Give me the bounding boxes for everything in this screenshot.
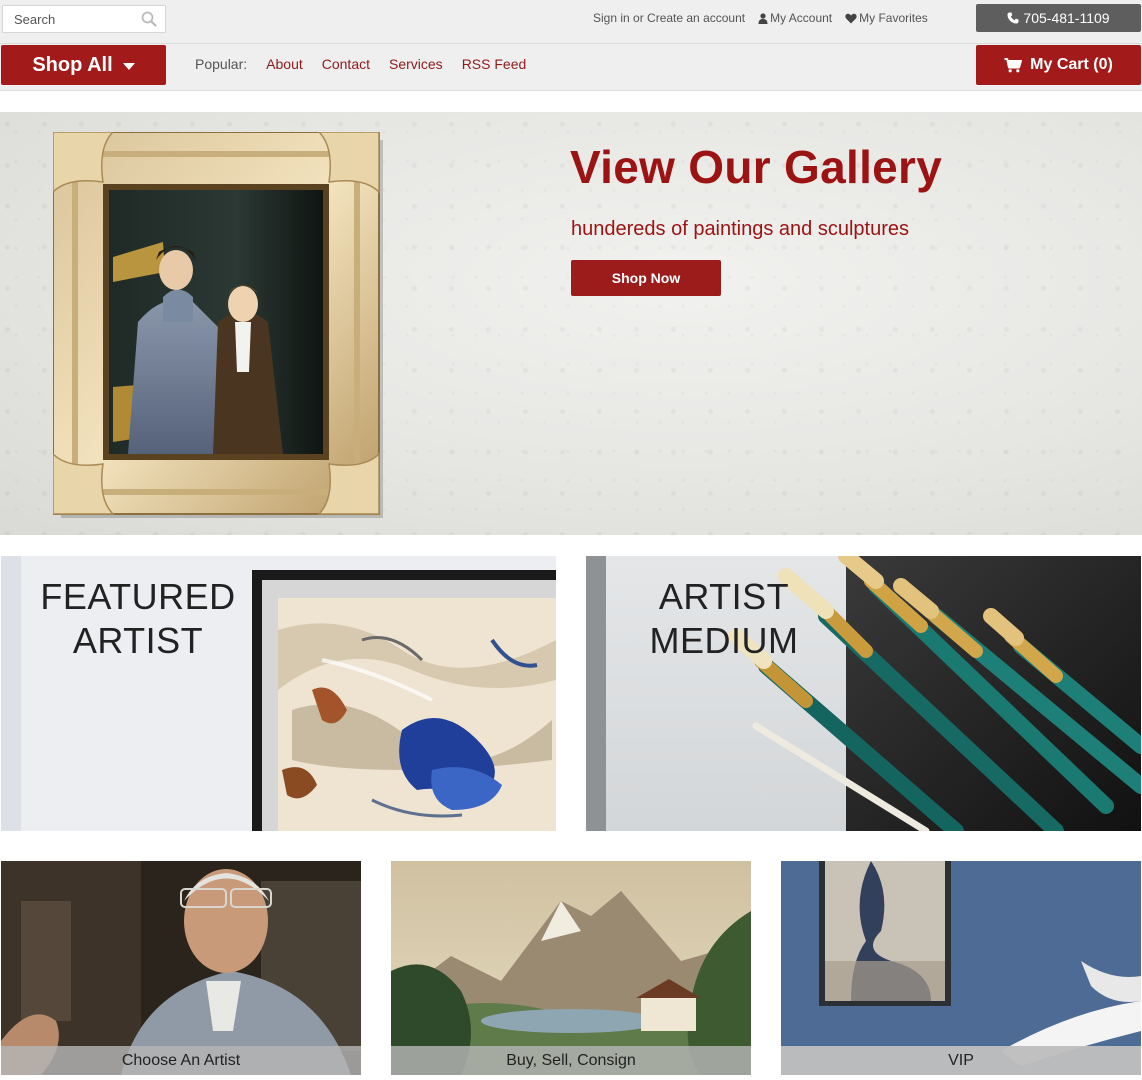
buy-sell-consign-tile[interactable]: Buy, Sell, Consign (391, 861, 751, 1075)
shop-all-button[interactable]: Shop All (1, 45, 166, 85)
featured-artist-tile[interactable]: FEATURED ARTIST (1, 556, 556, 831)
tile-edge (586, 556, 606, 831)
top-utility-bar: Sign in or Create an account My Account … (0, 0, 1142, 44)
vip-label: VIP (781, 1046, 1141, 1075)
nav-link-services[interactable]: Services (389, 56, 443, 72)
featured-artist-title: FEATURED ARTIST (38, 575, 238, 663)
vip-tile[interactable]: VIP (781, 861, 1141, 1075)
hero-subtitle: hundereds of paintings and sculptures (571, 218, 910, 240)
my-cart-button[interactable]: My Cart (0) (976, 45, 1141, 85)
search-box (2, 5, 166, 33)
nav-link-rss-feed[interactable]: RSS Feed (462, 56, 527, 72)
vip-room-image (781, 861, 1141, 1075)
utility-links: Sign in or Create an account My Account … (593, 10, 928, 26)
hero-title: View Our Gallery (570, 141, 943, 193)
search-input[interactable] (3, 6, 133, 32)
cart-icon (1004, 57, 1023, 72)
my-favorites-link[interactable]: My Favorites (845, 11, 928, 25)
my-cart-label: My Cart (0) (1030, 56, 1113, 73)
artist-medium-title-line1: ARTIST (658, 576, 790, 617)
featured-artist-title-line2: ARTIST (72, 620, 204, 661)
elderly-artist-photo (1, 861, 361, 1075)
search-icon[interactable] (141, 11, 157, 27)
landscape-painting-image (391, 861, 751, 1075)
popular-links: Popular: About Contact Services RSS Feed (195, 56, 545, 72)
signin-link[interactable]: Sign in or Create an account (593, 11, 745, 25)
shop-now-button[interactable]: Shop Now (571, 260, 721, 296)
my-account-link[interactable]: My Account (758, 11, 832, 25)
artist-medium-title: ARTIST MEDIUM (626, 575, 822, 663)
my-account-label: My Account (770, 11, 833, 25)
nav-link-contact[interactable]: Contact (322, 56, 370, 72)
artist-medium-tile[interactable]: ARTIST MEDIUM (586, 556, 1141, 831)
choose-artist-label: Choose An Artist (1, 1046, 361, 1075)
main-nav-bar: Shop All Popular: About Contact Services… (0, 44, 1142, 134)
phone-number: 705-481-1109 (1023, 10, 1110, 26)
caret-down-icon (122, 62, 135, 70)
artist-medium-title-line2: MEDIUM (649, 620, 799, 661)
choose-artist-tile[interactable]: Choose An Artist (1, 861, 361, 1075)
featured-artist-title-line1: FEATURED (40, 576, 236, 617)
popular-label: Popular: (195, 56, 248, 72)
phone-button[interactable]: 705-481-1109 (976, 4, 1141, 32)
phone-icon (1007, 12, 1019, 24)
hero-banner: View Our Gallery hundereds of paintings … (0, 112, 1142, 535)
heart-icon (845, 13, 857, 24)
tile-edge (1, 556, 21, 831)
my-favorites-label: My Favorites (859, 11, 928, 25)
nav-link-about[interactable]: About (266, 56, 303, 72)
user-icon (758, 13, 768, 24)
framed-portrait-image[interactable] (53, 132, 383, 518)
abstract-painting-image (252, 570, 556, 831)
buy-sell-consign-label: Buy, Sell, Consign (391, 1046, 751, 1075)
shop-all-label: Shop All (32, 53, 113, 76)
